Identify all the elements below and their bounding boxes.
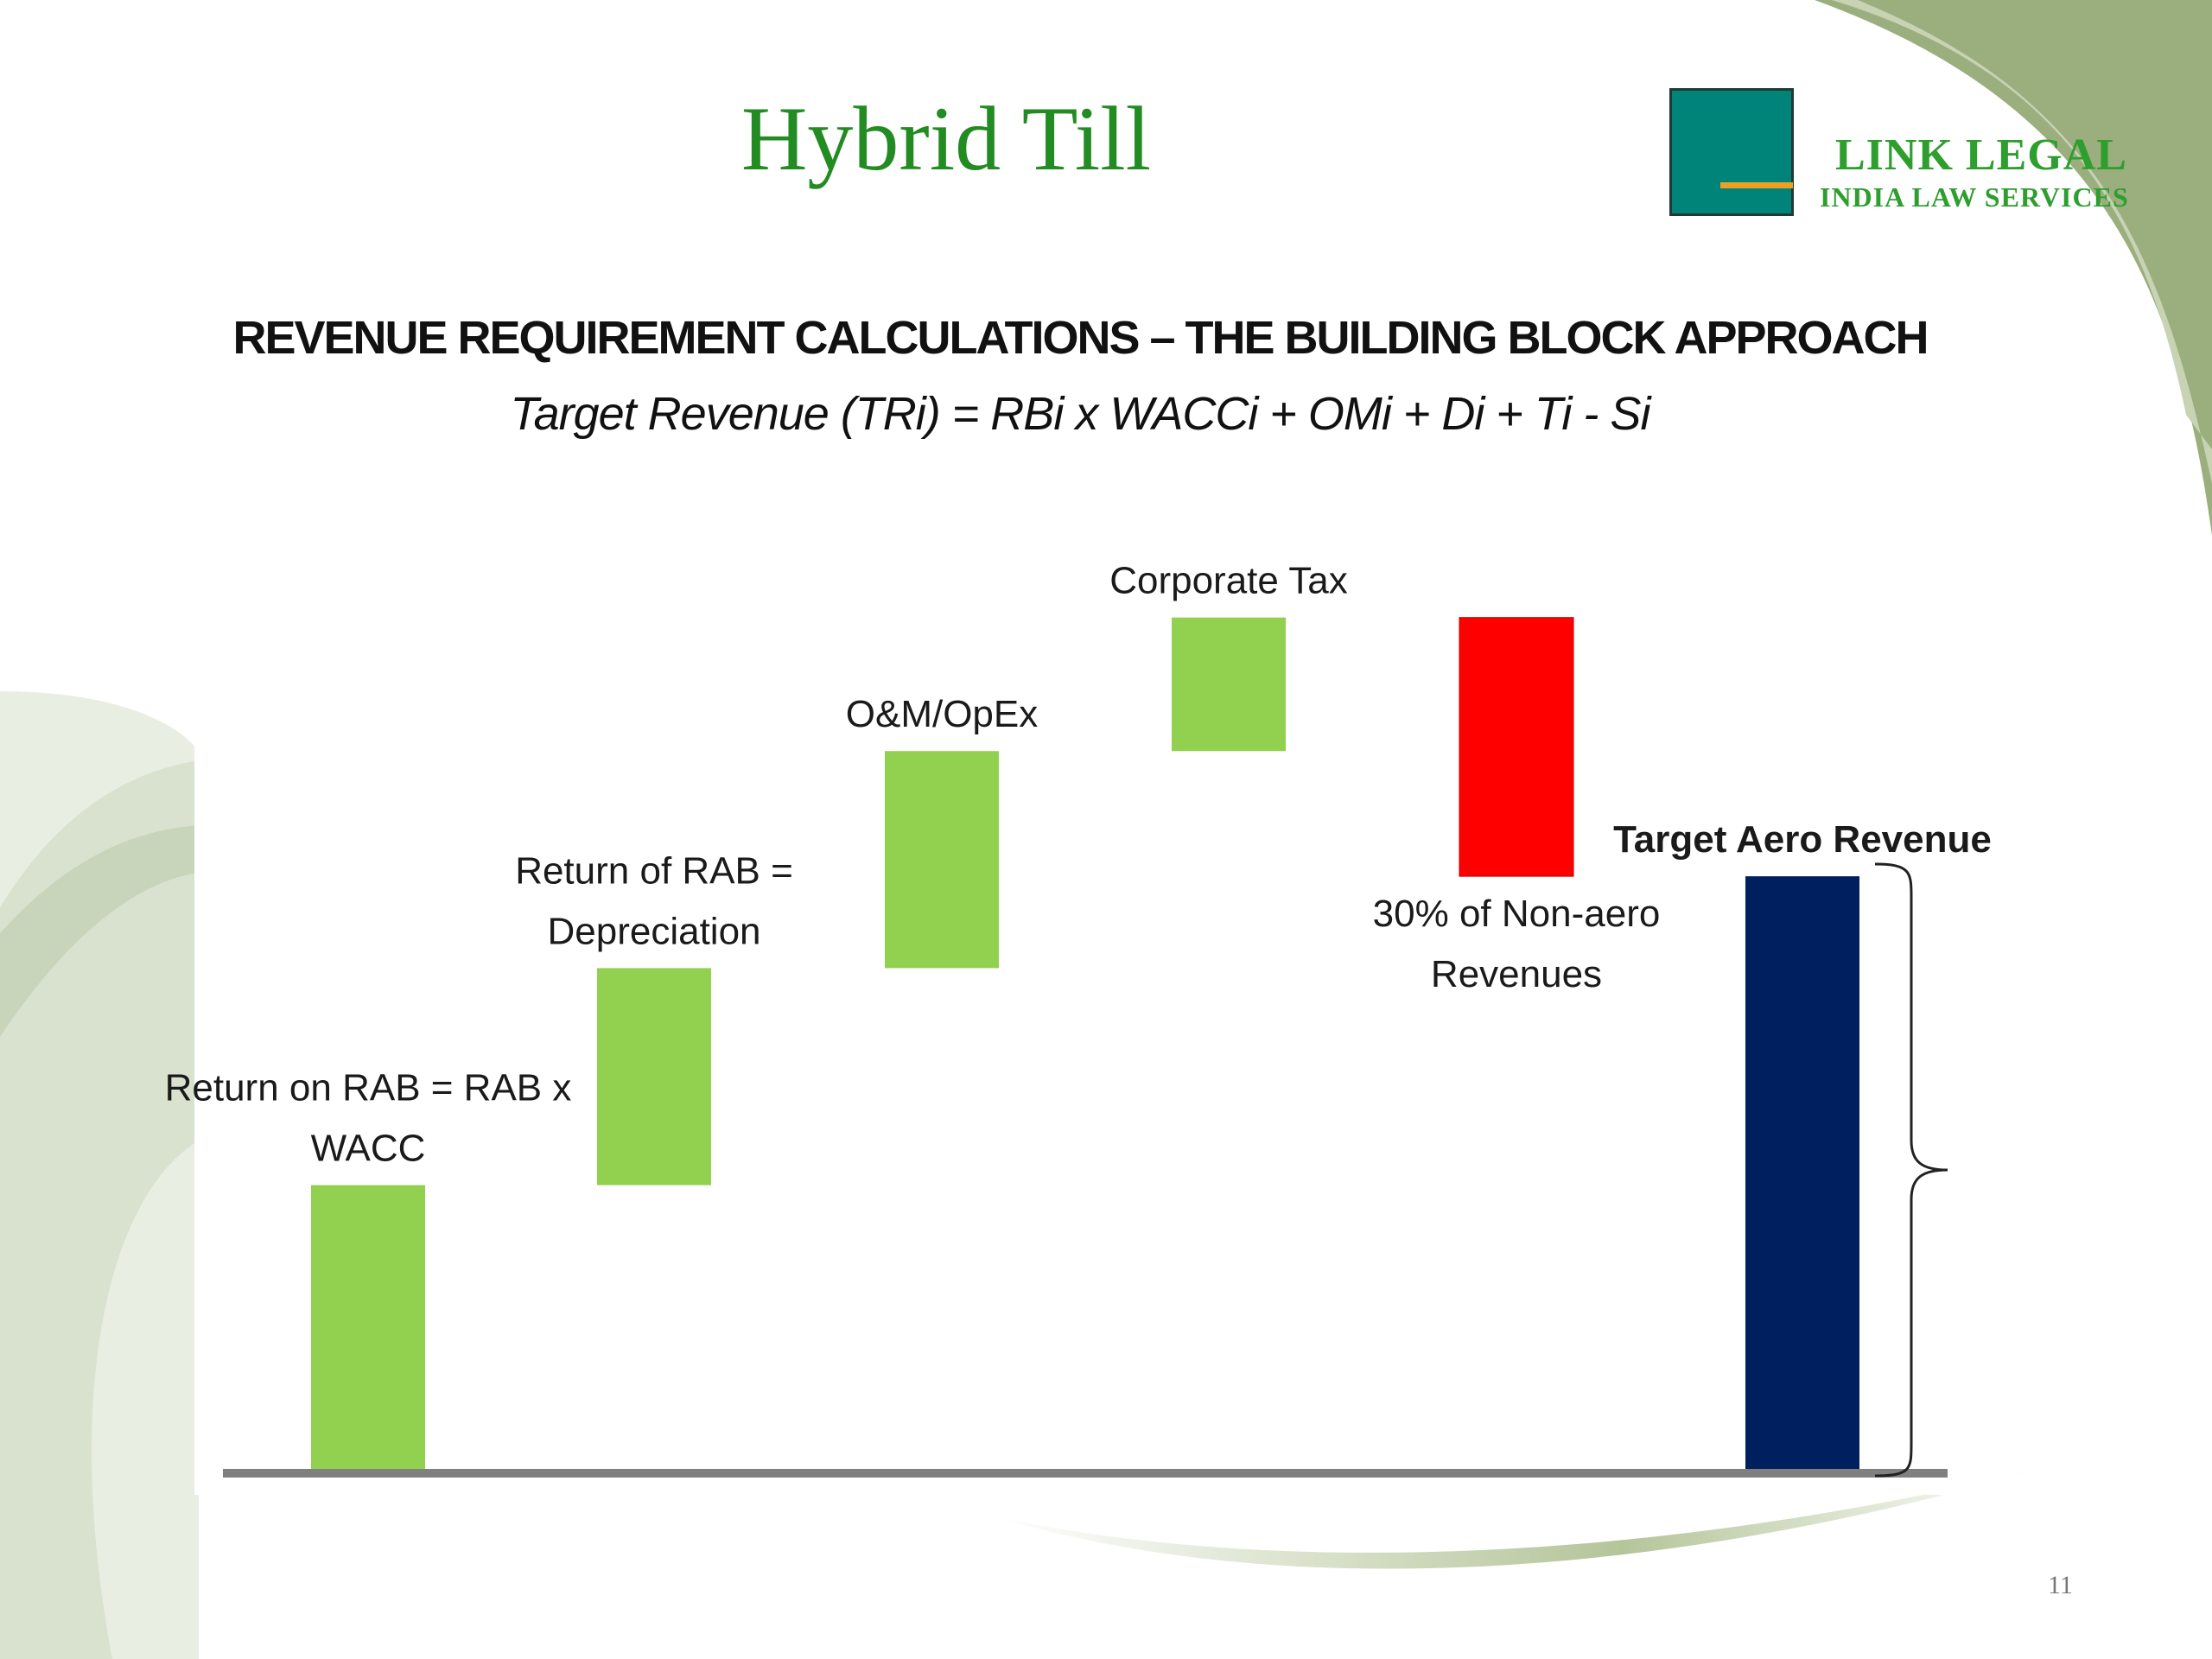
bar-6 bbox=[1745, 876, 1859, 1469]
bar-2-label-line-2: Depreciation bbox=[547, 910, 760, 952]
bar-4 bbox=[1172, 617, 1286, 752]
bar-2 bbox=[597, 968, 711, 1185]
bar-5-label-line-1: 30% of Non-aero bbox=[1373, 893, 1661, 935]
bar-6-label-line-1: Target Aero Revenue bbox=[1613, 818, 1992, 861]
bar-1-label-line-1: Return on RAB = RAB x bbox=[165, 1067, 572, 1109]
page-number: 11 bbox=[2048, 1571, 2073, 1599]
bar-2-label-line-1: Return of RAB = bbox=[515, 849, 793, 892]
total-brace bbox=[1874, 862, 1948, 1478]
bar-1 bbox=[311, 1185, 425, 1469]
waterfall-chart: Return on RAB = RAB x WACC Return of RAB =… bbox=[165, 560, 1992, 1478]
bar-5 bbox=[1459, 617, 1574, 877]
bar-3-label-line-1: O&M/OpEx bbox=[846, 693, 1039, 735]
bar-5-label-line-2: Revenues bbox=[1431, 953, 1602, 995]
bar-4-label-line-1: Corporate Tax bbox=[1109, 560, 1348, 602]
bar-3 bbox=[885, 751, 999, 969]
baseline bbox=[223, 1469, 1948, 1478]
bar-1-label-line-2: WACC bbox=[311, 1128, 426, 1170]
